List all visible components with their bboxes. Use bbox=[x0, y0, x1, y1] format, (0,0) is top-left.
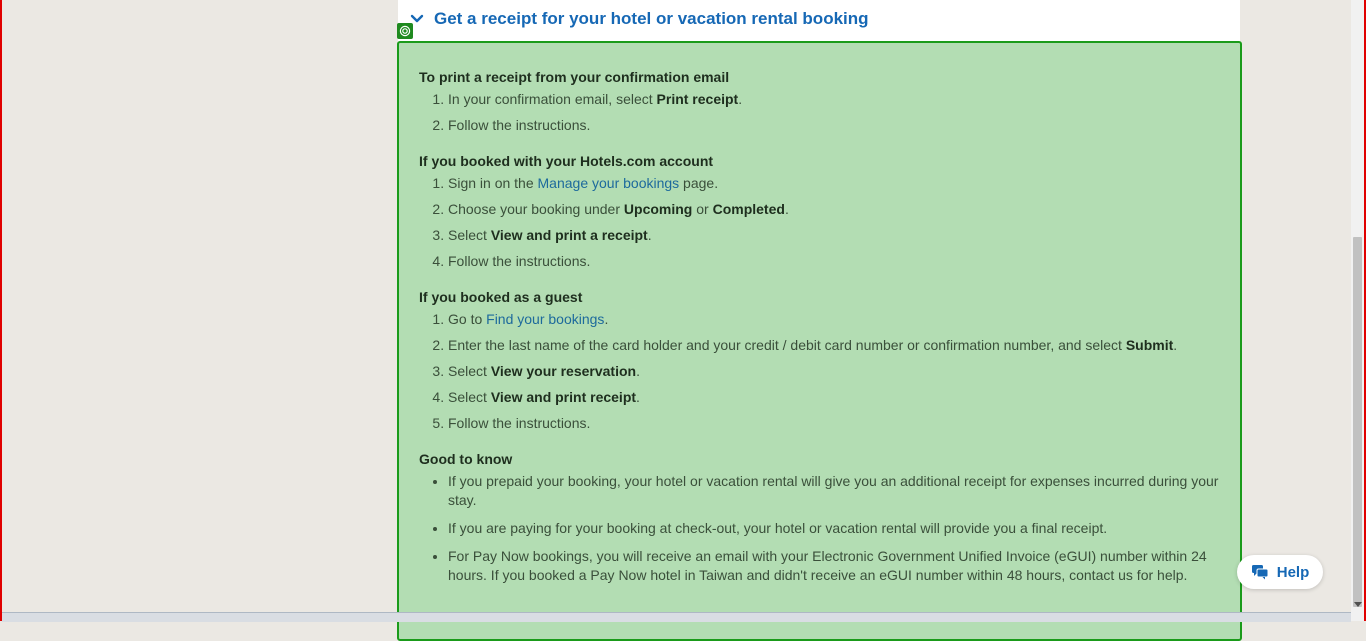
accordion-title: Get a receipt for your hotel or vacation… bbox=[434, 9, 869, 28]
accordion-toggle[interactable]: Get a receipt for your hotel or vacation… bbox=[410, 6, 869, 32]
step-text: . bbox=[604, 311, 609, 327]
list-item: Choose your booking under Upcoming or Co… bbox=[448, 200, 1219, 218]
step-emphasis: Submit bbox=[1125, 337, 1174, 353]
section-title: If you booked as a guest bbox=[419, 289, 583, 305]
list-item: In your confirmation email, select Print… bbox=[448, 90, 1219, 108]
help-button[interactable]: Help bbox=[1237, 555, 1323, 589]
list-item: Select View and print receipt. bbox=[448, 388, 1219, 406]
chat-icon bbox=[1251, 565, 1269, 580]
list-item: Follow the instructions. bbox=[448, 414, 1219, 432]
step-text: Follow the instructions. bbox=[448, 117, 591, 133]
list-item: If you prepaid your booking, your hotel … bbox=[448, 472, 1219, 510]
step-text: . bbox=[636, 363, 640, 379]
list-item: For Pay Now bookings, you will receive a… bbox=[448, 547, 1219, 585]
tips-list: If you prepaid your booking, your hotel … bbox=[419, 472, 1219, 585]
step-emphasis: Upcoming bbox=[623, 201, 693, 217]
step-text: . bbox=[738, 91, 743, 107]
target-icon bbox=[397, 23, 413, 39]
step-emphasis: View and print a receipt bbox=[490, 227, 648, 243]
section-title: To print a receipt from your confirmatio… bbox=[419, 69, 730, 85]
step-text: . bbox=[647, 227, 652, 243]
section-title: Good to know bbox=[419, 451, 513, 467]
scroll-down-arrow-icon[interactable] bbox=[1354, 602, 1362, 607]
scrollbar-thumb[interactable] bbox=[1353, 237, 1362, 607]
list-item: Go to Find your bookings. bbox=[448, 310, 1219, 328]
steps-list: Go to Find your bookings. Enter the last… bbox=[419, 310, 1219, 432]
step-text: . bbox=[636, 389, 640, 405]
list-item: Follow the instructions. bbox=[448, 116, 1219, 134]
step-emphasis: View and print receipt bbox=[490, 389, 637, 405]
accordion-panel: To print a receipt from your confirmatio… bbox=[397, 41, 1242, 641]
step-emphasis: Print receipt bbox=[656, 91, 739, 107]
step-text: Select bbox=[448, 389, 491, 405]
steps-list: Sign in on the Manage your bookings page… bbox=[419, 174, 1219, 270]
steps-list: In your confirmation email, select Print… bbox=[419, 90, 1219, 134]
list-item: Follow the instructions. bbox=[448, 252, 1219, 270]
vertical-scrollbar[interactable] bbox=[1351, 0, 1364, 621]
step-text: page. bbox=[679, 175, 719, 191]
help-label: Help bbox=[1276, 563, 1310, 581]
manage-bookings-link[interactable]: Manage your bookings bbox=[538, 175, 680, 191]
step-text: Select bbox=[448, 363, 491, 379]
step-text: In your confirmation email, select bbox=[448, 91, 657, 107]
list-item: Select View your reservation. bbox=[448, 362, 1219, 380]
step-text: Go to bbox=[448, 311, 487, 327]
step-text: Enter the last name of the card holder a… bbox=[448, 337, 1126, 353]
step-emphasis: Completed bbox=[712, 201, 785, 217]
step-emphasis: View your reservation bbox=[490, 363, 637, 379]
list-item: Sign in on the Manage your bookings page… bbox=[448, 174, 1219, 192]
step-text: Choose your booking under bbox=[448, 201, 624, 217]
step-text: Select bbox=[448, 227, 491, 243]
list-item: Select View and print a receipt. bbox=[448, 226, 1219, 244]
step-text: or bbox=[692, 201, 713, 217]
step-text: . bbox=[1173, 337, 1178, 353]
step-text: Sign in on the bbox=[448, 175, 538, 191]
list-item: Enter the last name of the card holder a… bbox=[448, 336, 1219, 354]
list-item: If you are paying for your booking at ch… bbox=[448, 519, 1219, 538]
find-bookings-link[interactable]: Find your bookings bbox=[486, 311, 604, 327]
step-text: . bbox=[784, 201, 789, 217]
section-title: If you booked with your Hotels.com accou… bbox=[419, 153, 714, 169]
